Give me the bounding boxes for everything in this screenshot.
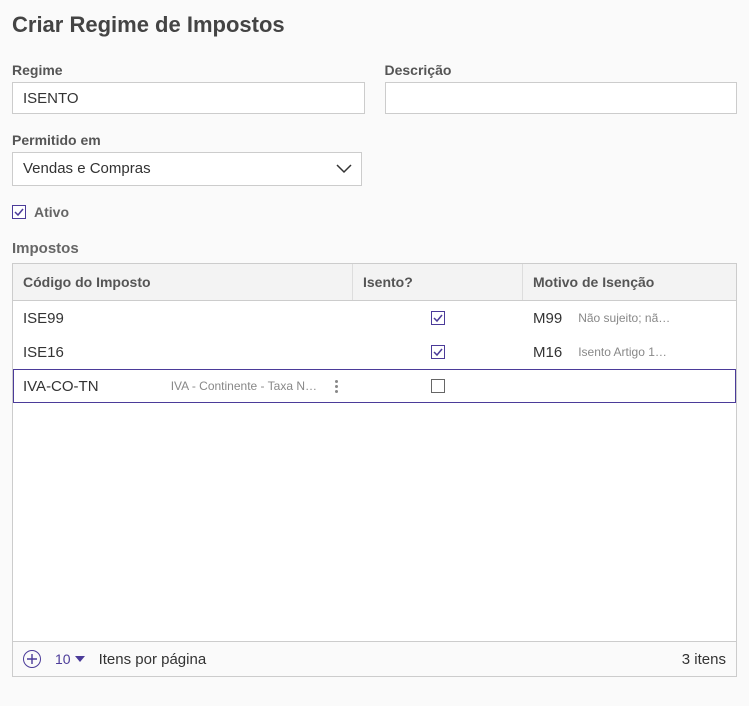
- codigo-value: ISE16: [23, 344, 64, 361]
- row-menu-icon[interactable]: [329, 380, 343, 393]
- codigo-desc: IVA - Continente - Taxa N…: [107, 379, 321, 393]
- ativo-label: Ativo: [34, 204, 69, 220]
- motivo-cell[interactable]: [523, 369, 736, 403]
- total-items: 3 itens: [682, 651, 726, 668]
- permitido-em-value: Vendas e Compras: [12, 152, 362, 186]
- codigo-cell[interactable]: IVA-CO-TN IVA - Continente - Taxa N…: [13, 369, 353, 403]
- codigo-cell[interactable]: ISE99: [13, 301, 353, 335]
- table-row[interactable]: ISE99 M99 Não sujeito; nã…: [13, 301, 736, 335]
- permitido-em-label: Permitido em: [12, 132, 362, 148]
- motivo-cell[interactable]: M99 Não sujeito; nã…: [523, 301, 736, 335]
- motivo-cell[interactable]: M16 Isento Artigo 1…: [523, 335, 736, 369]
- impostos-grid: Código do Imposto Isento? Motivo de Isen…: [12, 263, 737, 677]
- isento-cell: [353, 369, 523, 403]
- page-size-value: 10: [55, 651, 71, 667]
- permitido-em-select[interactable]: Vendas e Compras: [12, 152, 362, 186]
- header-codigo[interactable]: Código do Imposto: [13, 264, 353, 300]
- motivo-desc: Isento Artigo 1…: [578, 345, 726, 359]
- regime-field: Regime: [12, 62, 365, 114]
- motivo-desc: Não sujeito; nã…: [578, 311, 726, 325]
- motivo-code: M16: [533, 344, 562, 361]
- grid-title: Impostos: [12, 240, 737, 257]
- add-row-button[interactable]: [23, 650, 41, 668]
- isento-checkbox[interactable]: [431, 379, 445, 393]
- table-row[interactable]: ISE16 M16 Isento Artigo 1…: [13, 335, 736, 369]
- descricao-label: Descrição: [385, 62, 738, 78]
- isento-cell: [353, 335, 523, 369]
- header-isento[interactable]: Isento?: [353, 264, 523, 300]
- descricao-field: Descrição: [385, 62, 738, 114]
- caret-down-icon: [75, 656, 85, 662]
- table-row[interactable]: IVA-CO-TN IVA - Continente - Taxa N…: [13, 369, 736, 403]
- codigo-value: IVA-CO-TN: [23, 378, 99, 395]
- isento-checkbox[interactable]: [431, 345, 445, 359]
- motivo-code: M99: [533, 310, 562, 327]
- regime-label: Regime: [12, 62, 365, 78]
- page-size-select[interactable]: 10: [55, 651, 85, 667]
- permitido-em-field: Permitido em Vendas e Compras: [12, 132, 362, 186]
- codigo-cell[interactable]: ISE16: [13, 335, 353, 369]
- codigo-value: ISE99: [23, 310, 64, 327]
- grid-footer: 10 Itens por página 3 itens: [13, 641, 736, 676]
- isento-cell: [353, 301, 523, 335]
- header-motivo[interactable]: Motivo de Isenção: [523, 264, 736, 300]
- grid-body: ISE99 M99 Não sujeito; nã… ISE16 M16 Isento A…: [13, 301, 736, 641]
- regime-input[interactable]: [12, 82, 365, 114]
- grid-header: Código do Imposto Isento? Motivo de Isen…: [13, 264, 736, 301]
- descricao-input[interactable]: [385, 82, 738, 114]
- page-size-label: Itens por página: [99, 651, 207, 668]
- isento-checkbox[interactable]: [431, 311, 445, 325]
- ativo-checkbox[interactable]: [12, 205, 26, 219]
- page-title: Criar Regime de Impostos: [12, 12, 737, 38]
